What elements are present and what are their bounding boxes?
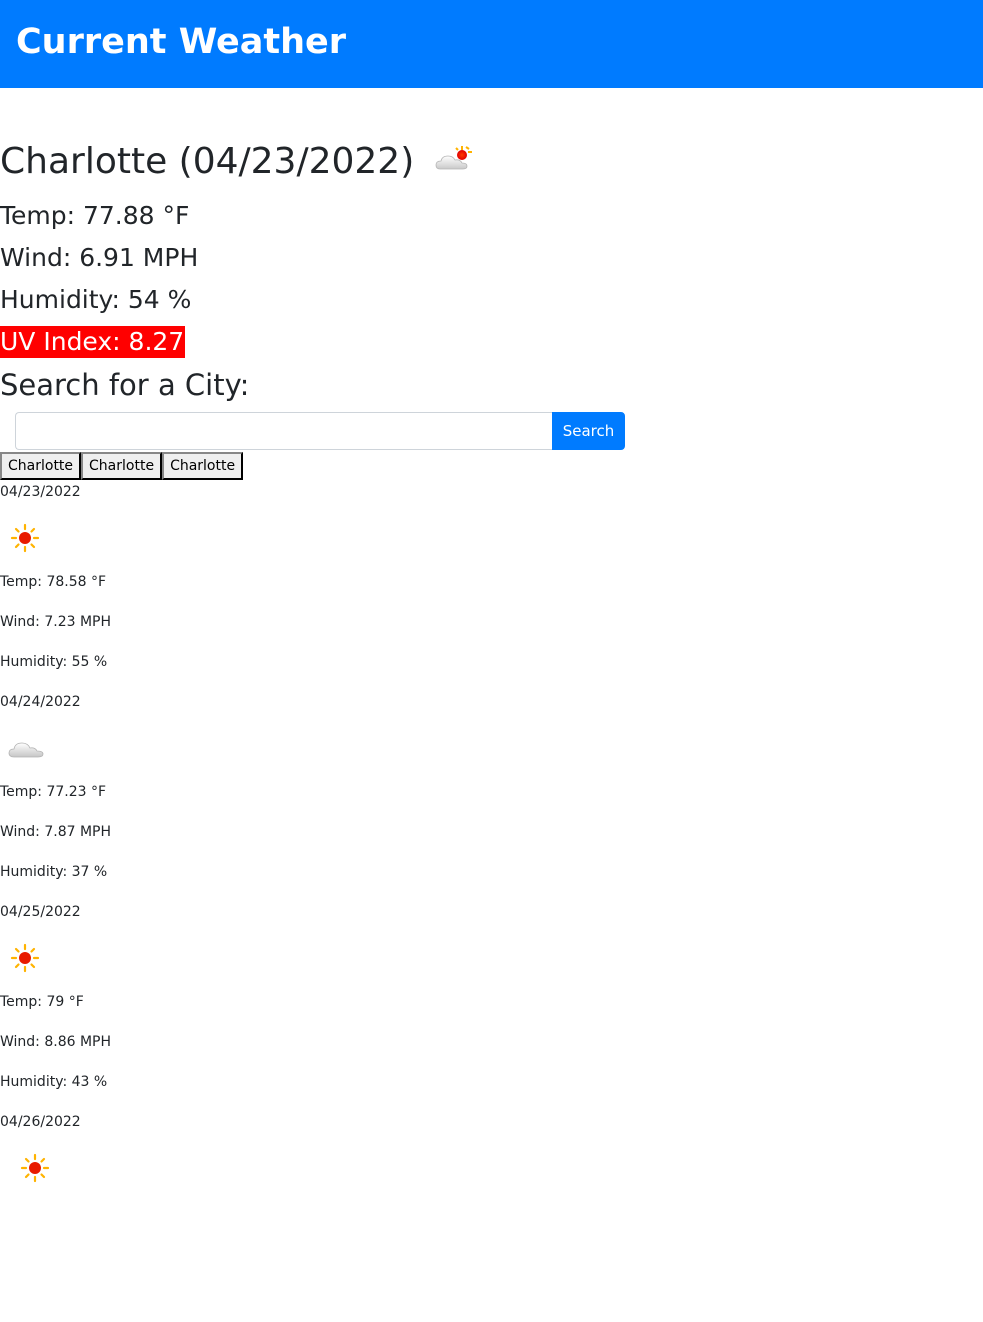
uv-index-badge: UV Index: 8.27 [0,326,186,358]
search-history: Charlotte Charlotte Charlotte [0,452,244,480]
forecast-humidity: Humidity: 55 % [0,654,108,670]
forecast-date: 04/24/2022 [0,694,81,710]
sun-icon [0,1152,111,1202]
forecast-wind: Wind: 8.86 MPH [0,1034,112,1050]
sun-icon [0,942,111,992]
forecast-list: 04/23/2022 Temp: 78.58 °F Wind: 7.23 MPH… [0,482,111,1322]
forecast-wind: Wind: 7.87 MPH [0,824,112,840]
city-search-input[interactable] [15,412,552,450]
navbar: Current Weather [0,0,983,88]
uv-row: UV Index: 8.27 [0,325,474,367]
city-title: Charlotte (04/23/2022) [0,138,474,186]
partly-cloudy-icon [434,139,474,187]
forecast-humidity: Humidity: 43 % [0,1074,108,1090]
search-title: Search for a City: [0,368,250,402]
forecast-wind: Wind: 7.23 MPH [0,614,112,630]
cloud-icon [0,732,111,782]
forecast-day: 04/25/2022 Temp: 79 °F Wind: 8.86 MPH Hu… [0,902,111,1112]
history-city-button[interactable]: Charlotte [0,452,82,480]
search-group: Search [15,412,625,450]
forecast-humidity: Humidity: 37 % [0,864,108,880]
forecast-day: 04/24/2022 Temp: 77.23 °F Wind: 7.87 MPH… [0,692,111,902]
forecast-temp: Temp: 77.23 °F [0,784,107,800]
current-weather: Charlotte (04/23/2022) Temp: 77.88 °F Wi… [0,138,474,367]
forecast-date: 04/23/2022 [0,484,81,500]
history-city-button[interactable]: Charlotte [81,452,163,480]
forecast-date: 04/26/2022 [0,1114,81,1130]
forecast-day: 04/26/2022 [0,1112,111,1322]
forecast-temp: Temp: 79 °F [0,994,84,1010]
history-city-button[interactable]: Charlotte [162,452,244,480]
current-humidity: Humidity: 54 % [0,285,192,314]
current-wind: Wind: 6.91 MPH [0,243,199,272]
navbar-title: Current Weather [16,22,347,62]
forecast-temp: Temp: 78.58 °F [0,574,107,590]
forecast-date: 04/25/2022 [0,904,81,920]
sun-icon [0,522,111,572]
current-temp: Temp: 77.88 °F [0,201,190,230]
search-button[interactable]: Search [552,412,625,450]
city-date-text: Charlotte (04/23/2022) [0,141,415,182]
forecast-day: 04/23/2022 Temp: 78.58 °F Wind: 7.23 MPH… [0,482,111,692]
